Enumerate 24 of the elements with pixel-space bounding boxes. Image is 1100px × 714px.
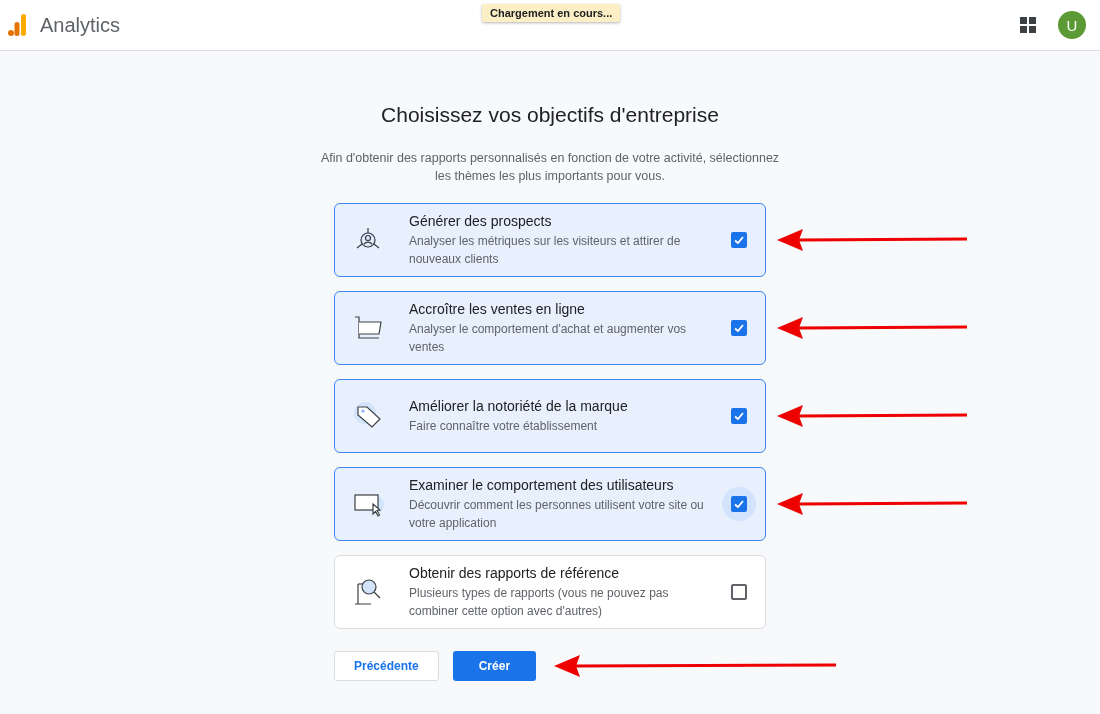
goal-title: Accroître les ventes en ligne: [409, 300, 586, 317]
goal-title: Générer des prospects: [409, 212, 553, 229]
goal-description: Faire connaître votre établissement: [409, 417, 599, 435]
previous-button[interactable]: Précédente: [334, 651, 439, 681]
cart-icon: [353, 314, 385, 342]
goal-title: Obtenir des rapports de référence: [409, 564, 621, 581]
app-title: Analytics: [40, 13, 121, 37]
checkbox[interactable]: [731, 496, 747, 512]
goal-title: Examiner le comportement des utilisateurs: [409, 476, 675, 493]
goal-description: Plusieurs types de rapports (vous ne pouvez pas combiner cette option avec d'autres): [409, 584, 670, 620]
checkbox[interactable]: [731, 408, 747, 424]
create-button[interactable]: Créer: [452, 651, 537, 681]
checkbox[interactable]: [731, 584, 747, 600]
goal-description: Analyser le comportement d'achat et augmenter vos ventes: [409, 320, 688, 356]
goal-description: Découvrir comment les personnes utilisent votre site ou votre application: [409, 496, 705, 532]
goal-option-card[interactable]: Obtenir des rapports de référence Plusieurs types de rapports (vous ne pouvez pas combiner cette option avec d'autres): [334, 555, 766, 629]
bar-chart-logo-icon: [8, 14, 26, 36]
page-subtitle: Afin d'obtenir des rapports personnalisés en fonction de votre activité, sélectionnez les thèmes les plus importants pour vous.: [320, 150, 780, 185]
checkbox[interactable]: [731, 320, 747, 336]
checkbox[interactable]: [731, 232, 747, 248]
goal-title: Améliorer la notoriété de la marque: [409, 397, 629, 414]
loading-tooltip: Chargement en cours...: [482, 4, 621, 22]
goal-description: Analyser les métriques sur les visiteurs et attirer de nouveaux clients: [409, 232, 682, 268]
page-title: Choisissez vos objectifs d'entreprise: [381, 103, 719, 127]
